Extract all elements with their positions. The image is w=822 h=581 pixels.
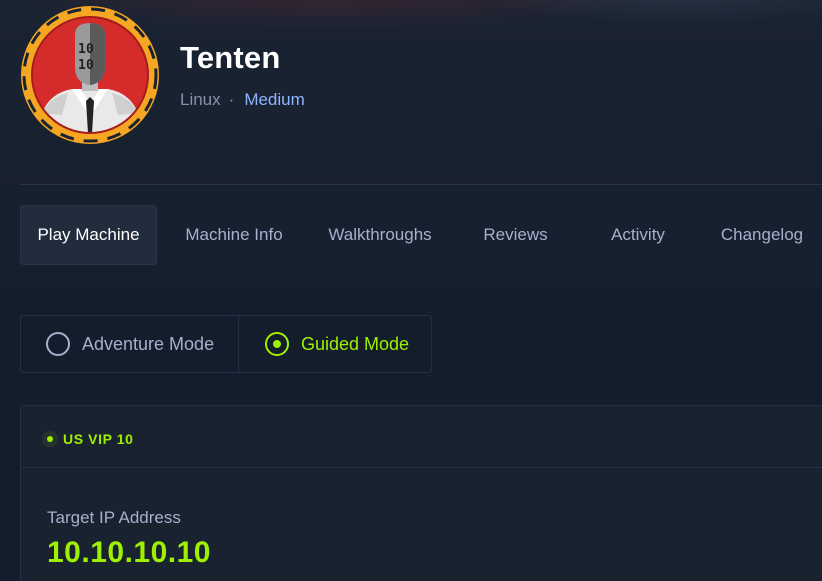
- connection-panel-header: US VIP 10: [21, 406, 822, 468]
- machine-meta: Linux · Medium: [180, 90, 305, 110]
- hacker-avatar-icon: 1 0 1 0: [21, 6, 159, 144]
- tab-play-machine[interactable]: Play Machine: [20, 205, 157, 265]
- adventure-mode-option[interactable]: Adventure Mode: [21, 316, 239, 372]
- server-name: US VIP 10: [63, 431, 134, 447]
- tab-machine-info[interactable]: Machine Info: [157, 205, 311, 265]
- target-ip-label: Target IP Address: [47, 508, 181, 527]
- os-label: Linux: [180, 90, 221, 109]
- machine-tabs: Play Machine Machine Info Walkthroughs R…: [20, 205, 822, 265]
- guided-mode-label: Guided Mode: [301, 333, 410, 354]
- connection-panel: US VIP 10 Target IP Address 10.10.10.10: [20, 405, 822, 581]
- guided-mode-option[interactable]: Guided Mode: [239, 316, 409, 372]
- tab-changelog[interactable]: Changelog: [694, 205, 822, 265]
- machine-page: 1 0 1 0 Tenten Linux · Medium Play Machi…: [0, 0, 822, 581]
- radio-checked-icon: [265, 332, 289, 356]
- svg-text:1: 1: [78, 58, 86, 73]
- machine-avatar: 1 0 1 0: [20, 5, 160, 145]
- meta-separator: ·: [228, 90, 235, 109]
- difficulty-label: Medium: [244, 90, 305, 109]
- tab-walkthroughs[interactable]: Walkthroughs: [311, 205, 449, 265]
- server-badge[interactable]: US VIP 10: [39, 426, 140, 452]
- header-divider: [20, 184, 822, 185]
- radio-unchecked-icon: [46, 332, 70, 356]
- mode-selector: Adventure Mode Guided Mode: [20, 315, 432, 373]
- tab-activity[interactable]: Activity: [582, 205, 694, 265]
- tab-reviews[interactable]: Reviews: [449, 205, 582, 265]
- adventure-mode-label: Adventure Mode: [82, 333, 215, 354]
- svg-text:1: 1: [78, 42, 86, 57]
- status-dot-icon: [47, 436, 53, 442]
- machine-header: 1 0 1 0 Tenten Linux · Medium Play Machi…: [0, 0, 822, 290]
- svg-text:0: 0: [86, 58, 94, 73]
- machine-title: Tenten: [180, 40, 281, 75]
- svg-text:0: 0: [86, 42, 94, 57]
- target-ip-value[interactable]: 10.10.10.10: [47, 536, 211, 570]
